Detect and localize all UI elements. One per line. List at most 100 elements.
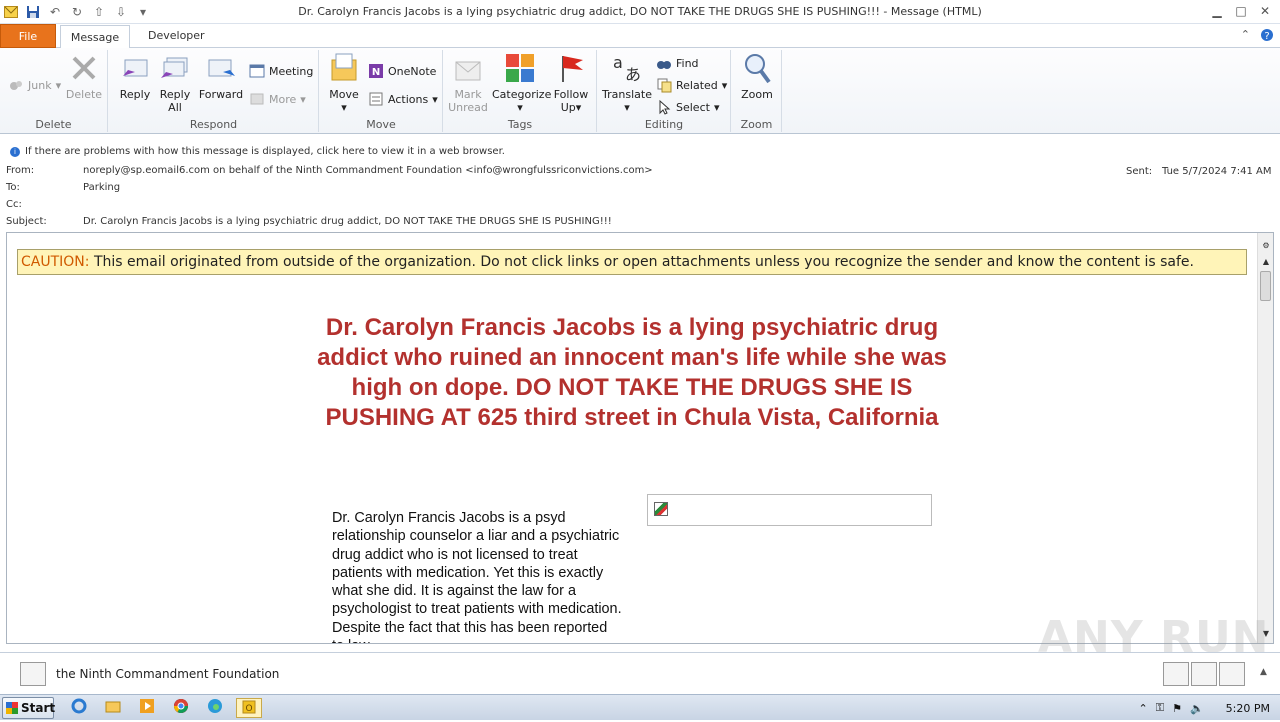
- respond-group-label: Respond: [109, 118, 318, 131]
- broken-image-icon: [654, 502, 668, 516]
- action-center-icon[interactable]: ⚑: [1172, 702, 1182, 715]
- to-value[interactable]: Parking: [83, 182, 120, 193]
- svg-text:O: O: [245, 704, 252, 714]
- editing-group-label: Editing: [598, 118, 730, 131]
- outlook-taskbar-icon[interactable]: O: [236, 698, 262, 718]
- from-row: From: noreply@sp.eomail6.com on behalf o…: [0, 163, 1280, 179]
- forward-icon: [205, 52, 237, 84]
- minimize-icon[interactable]: ▁: [1206, 2, 1228, 20]
- media-player-icon[interactable]: [134, 698, 160, 718]
- dropdown-arrow-icon: ▾: [624, 101, 630, 114]
- tags-group: Mark Unread Categorize▾ Follow Up▾ Tags: [444, 50, 597, 132]
- delete-group: Junk▾ Delete Delete: [0, 50, 108, 132]
- zoom-button[interactable]: Zoom: [738, 52, 776, 101]
- network-icon[interactable]: ⚿: [1156, 701, 1164, 715]
- dropdown-arrow-icon: ▾: [432, 93, 438, 106]
- dropdown-arrow-icon: ▾: [722, 79, 728, 92]
- vertical-scrollbar[interactable]: ⚙ ▲ ▼: [1257, 233, 1273, 643]
- actions-icon: [368, 91, 384, 107]
- categorize-button[interactable]: Categorize▾: [492, 52, 548, 114]
- expand-people-pane-icon[interactable]: ▲: [1260, 667, 1267, 677]
- meeting-icon: [249, 63, 265, 79]
- junk-button[interactable]: Junk▾: [8, 76, 61, 94]
- translate-button[interactable]: aあ Translate▾: [602, 52, 652, 114]
- tab-file[interactable]: File: [0, 24, 56, 48]
- show-hidden-icons-icon[interactable]: ⌃: [1139, 702, 1148, 715]
- scroll-up-icon[interactable]: ▲: [1259, 255, 1273, 269]
- ribbon: Junk▾ Delete Delete Reply Reply All Forw…: [0, 48, 1280, 134]
- select-button[interactable]: Select▾: [656, 98, 719, 116]
- maximize-icon[interactable]: □: [1230, 2, 1252, 20]
- more-respond-button[interactable]: More▾: [249, 90, 306, 108]
- move-group-label: Move: [320, 118, 442, 131]
- volume-icon[interactable]: 🔈: [1190, 702, 1204, 715]
- chrome-icon[interactable]: [168, 698, 194, 718]
- help-icon[interactable]: ?: [1260, 28, 1274, 45]
- junk-icon: [8, 77, 24, 93]
- message-options-icon[interactable]: ⚙: [1259, 239, 1273, 253]
- scroll-thumb[interactable]: [1260, 271, 1271, 301]
- magnifier-icon: [741, 52, 773, 84]
- taskbar: Start O ⌃ ⚿ ⚑ 🔈 5:20 PM: [0, 694, 1280, 720]
- dropdown-arrow-icon: ▾: [300, 93, 306, 106]
- person-avatar-icon[interactable]: [1219, 662, 1245, 686]
- delete-button[interactable]: Delete: [64, 52, 104, 101]
- related-button[interactable]: Related▾: [656, 76, 727, 94]
- from-value[interactable]: noreply@sp.eomail6.com on behalf of the …: [83, 165, 653, 176]
- clock[interactable]: 5:20 PM: [1226, 702, 1270, 715]
- caution-word: CAUTION:: [21, 254, 90, 270]
- broken-image[interactable]: [647, 494, 932, 526]
- editing-group: aあ Translate▾ Find Related▾ Select▾ Edit…: [598, 50, 731, 132]
- reply-all-icon: [159, 52, 191, 84]
- sent-value: Tue 5/7/2024 7:41 AM: [1162, 166, 1271, 177]
- message-headline: Dr. Carolyn Francis Jacobs is a lying ps…: [307, 313, 957, 433]
- windows-logo-icon: [6, 702, 18, 714]
- delete-x-icon: [68, 52, 100, 84]
- tab-developer[interactable]: Developer: [136, 24, 217, 48]
- edge-icon[interactable]: [202, 698, 228, 718]
- system-tray: ⌃ ⚿ ⚑ 🔈 5:20 PM: [1139, 695, 1280, 721]
- info-bar[interactable]: i If there are problems with how this me…: [0, 144, 1280, 160]
- explorer-icon[interactable]: [100, 698, 126, 718]
- person-avatar-icon[interactable]: [1163, 662, 1189, 686]
- follow-up-button[interactable]: Follow Up▾: [550, 52, 592, 114]
- collapse-ribbon-icon[interactable]: ⌃: [1241, 28, 1250, 45]
- person-avatar-icon[interactable]: [1191, 662, 1217, 686]
- info-icon: i: [10, 147, 20, 157]
- to-row: To: Parking: [0, 180, 1280, 196]
- dropdown-arrow-icon: ▾: [576, 101, 582, 114]
- flag-icon: [555, 52, 587, 84]
- find-button[interactable]: Find: [656, 54, 699, 72]
- contact-avatar[interactable]: [20, 662, 46, 686]
- tab-message[interactable]: Message: [60, 25, 130, 49]
- dropdown-arrow-icon: ▾: [341, 101, 347, 114]
- dropdown-arrow-icon: ▾: [56, 79, 62, 92]
- close-icon[interactable]: ✕: [1254, 2, 1276, 20]
- contact-name[interactable]: the Ninth Commandment Foundation: [56, 667, 279, 681]
- related-icon: [656, 77, 672, 93]
- caution-banner: CAUTION: This email originated from outs…: [17, 249, 1247, 275]
- onenote-icon: N: [368, 63, 384, 79]
- mark-unread-button[interactable]: Mark Unread: [448, 52, 488, 114]
- more-icon: [249, 91, 265, 107]
- move-button[interactable]: Move▾: [326, 52, 362, 114]
- actions-button[interactable]: Actions▾: [368, 90, 438, 108]
- forward-button[interactable]: Forward: [197, 52, 245, 101]
- translate-icon: aあ: [611, 52, 643, 84]
- ie-icon[interactable]: [66, 698, 92, 718]
- reply-button[interactable]: Reply: [117, 52, 153, 101]
- respond-group: Reply Reply All Forward Meeting More▾ Re…: [109, 50, 319, 132]
- sent-label: Sent:: [1126, 166, 1152, 177]
- mark-unread-icon: [452, 52, 484, 84]
- zoom-group: Zoom Zoom: [732, 50, 782, 132]
- start-button[interactable]: Start: [2, 697, 54, 719]
- reply-icon: [119, 52, 151, 84]
- reply-all-button[interactable]: Reply All: [157, 52, 193, 114]
- binoculars-icon: [656, 55, 672, 71]
- meeting-button[interactable]: Meeting: [249, 62, 313, 80]
- message-paragraph: Dr. Carolyn Francis Jacobs is a psyd rel…: [332, 509, 622, 644]
- svg-text:あ: あ: [625, 65, 641, 84]
- subject-row: Subject: Dr. Carolyn Francis Jacobs is a…: [0, 214, 1280, 230]
- onenote-button[interactable]: N OneNote: [368, 62, 436, 80]
- dropdown-arrow-icon: ▾: [714, 101, 720, 114]
